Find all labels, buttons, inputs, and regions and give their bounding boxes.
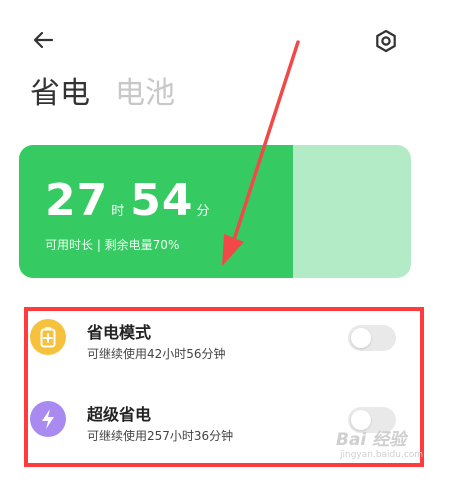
battery-plus-icon — [30, 319, 66, 355]
power-saving-mode-row[interactable]: 省电模式 可继续使用42小时56分钟 — [30, 313, 410, 375]
lightning-icon — [30, 401, 66, 437]
mode-description: 可继续使用42小时56分钟 — [87, 347, 226, 361]
mode-title: 省电模式 — [87, 323, 152, 342]
mode-title: 超级省电 — [87, 405, 152, 424]
watermark-url: jingyan.baidu.com — [340, 450, 424, 460]
power-saving-toggle[interactable] — [348, 325, 396, 351]
mode-description: 可继续使用257小时36分钟 — [87, 429, 234, 443]
watermark-logo: Bai 经验 — [336, 430, 407, 450]
toggle-knob — [351, 328, 371, 348]
